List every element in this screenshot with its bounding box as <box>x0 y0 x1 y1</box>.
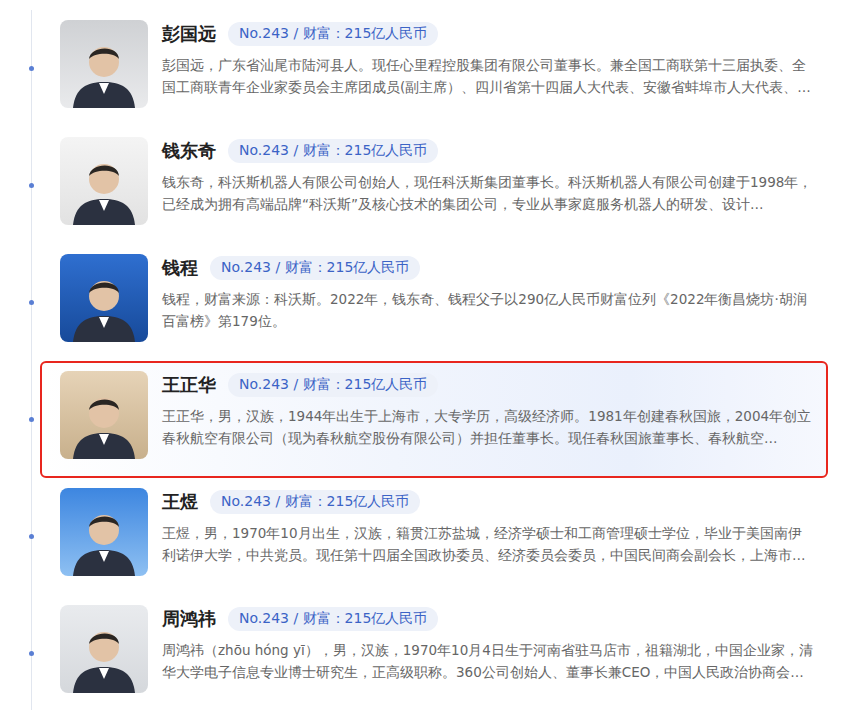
person-name[interactable]: 彭国远 <box>162 22 216 46</box>
person-info: 王正华 No.243 / 财富：215亿人民币王正华，男，汉族，1944年出生于上… <box>162 371 814 449</box>
person-photo-icon <box>69 617 139 693</box>
person-name[interactable]: 周鸿祎 <box>162 607 216 631</box>
person-name[interactable]: 钱程 <box>162 256 198 280</box>
timeline-dot <box>29 300 34 305</box>
timeline <box>0 127 40 244</box>
person-photo-icon <box>69 266 139 342</box>
timeline-dot <box>29 651 34 656</box>
person-entry: 彭国远 No.243 / 财富：215亿人民币彭国远，广东省汕尾市陆河县人。现任心… <box>0 10 828 127</box>
person-photo-icon <box>69 383 139 459</box>
person-header: 王正华 No.243 / 财富：215亿人民币 <box>162 371 814 399</box>
rank-badge: No.243 / 财富：215亿人民币 <box>228 373 438 397</box>
person-card[interactable]: 钱程 No.243 / 财富：215亿人民币钱程，财富来源：科沃斯。2022年，钱… <box>40 244 828 361</box>
person-header: 彭国远 No.243 / 财富：215亿人民币 <box>162 20 814 48</box>
person-photo[interactable] <box>60 20 148 108</box>
rank-badge: No.243 / 财富：215亿人民币 <box>210 256 420 280</box>
person-card[interactable]: 王正华 No.243 / 财富：215亿人民币王正华，男，汉族，1944年出生于上… <box>40 361 828 478</box>
person-header: 周鸿祎 No.243 / 财富：215亿人民币 <box>162 605 814 633</box>
person-name[interactable]: 王煜 <box>162 490 198 514</box>
person-header: 王煜 No.243 / 财富：215亿人民币 <box>162 488 814 516</box>
timeline-dot <box>29 183 34 188</box>
person-photo[interactable] <box>60 137 148 225</box>
person-name[interactable]: 钱东奇 <box>162 139 216 163</box>
person-info: 王煜 No.243 / 财富：215亿人民币王煜，男，1970年10月出生，汉族，… <box>162 488 814 566</box>
person-info: 周鸿祎 No.243 / 财富：215亿人民币周鸿祎（zhōu hóng yī），… <box>162 605 814 683</box>
person-photo-icon <box>69 149 139 225</box>
person-card[interactable]: 钱东奇 No.243 / 财富：215亿人民币钱东奇，科沃斯机器人有限公司创始人，… <box>40 127 828 244</box>
person-description: 周鸿祎（zhōu hóng yī），男，汉族，1970年10月4日生于河南省驻马… <box>162 639 814 683</box>
timeline <box>0 10 40 127</box>
rank-badge: No.243 / 财富：215亿人民币 <box>228 607 438 631</box>
person-card[interactable]: 王煜 No.243 / 财富：215亿人民币王煜，男，1970年10月出生，汉族，… <box>40 478 828 595</box>
person-photo-icon <box>69 32 139 108</box>
person-info: 彭国远 No.243 / 财富：215亿人民币彭国远，广东省汕尾市陆河县人。现任心… <box>162 20 814 98</box>
person-photo-icon <box>69 500 139 576</box>
person-info: 钱东奇 No.243 / 财富：215亿人民币钱东奇，科沃斯机器人有限公司创始人，… <box>162 137 814 215</box>
person-photo[interactable] <box>60 371 148 459</box>
person-header: 钱东奇 No.243 / 财富：215亿人民币 <box>162 137 814 165</box>
person-entry: 王煜 No.243 / 财富：215亿人民币王煜，男，1970年10月出生，汉族，… <box>0 478 828 595</box>
person-description: 王正华，男，汉族，1944年出生于上海市，大专学历，高级经济师。1981年创建春… <box>162 405 814 449</box>
person-info: 钱程 No.243 / 财富：215亿人民币钱程，财富来源：科沃斯。2022年，钱… <box>162 254 814 332</box>
rank-badge: No.243 / 财富：215亿人民币 <box>210 490 420 514</box>
person-entry: 钱程 No.243 / 财富：215亿人民币钱程，财富来源：科沃斯。2022年，钱… <box>0 244 828 361</box>
person-description: 王煜，男，1970年10月出生，汉族，籍贯江苏盐城，经济学硕士和工商管理硕士学位… <box>162 522 814 566</box>
person-description: 彭国远，广东省汕尾市陆河县人。现任心里程控股集团有限公司董事长。兼全国工商联第十… <box>162 54 814 98</box>
person-card[interactable]: 彭国远 No.243 / 财富：215亿人民币彭国远，广东省汕尾市陆河县人。现任心… <box>40 10 828 127</box>
rank-badge: No.243 / 财富：215亿人民币 <box>228 22 438 46</box>
person-entry: 钱东奇 No.243 / 财富：215亿人民币钱东奇，科沃斯机器人有限公司创始人，… <box>0 127 828 244</box>
timeline <box>0 478 40 595</box>
person-entry: 周鸿祎 No.243 / 财富：215亿人民币周鸿祎（zhōu hóng yī），… <box>0 595 828 710</box>
person-card[interactable]: 周鸿祎 No.243 / 财富：215亿人民币周鸿祎（zhōu hóng yī），… <box>40 595 828 710</box>
timeline <box>0 244 40 361</box>
person-photo[interactable] <box>60 605 148 693</box>
rank-badge: No.243 / 财富：215亿人民币 <box>228 139 438 163</box>
timeline-dot <box>29 66 34 71</box>
person-header: 钱程 No.243 / 财富：215亿人民币 <box>162 254 814 282</box>
person-photo[interactable] <box>60 488 148 576</box>
person-description: 钱程，财富来源：科沃斯。2022年，钱东奇、钱程父子以290亿人民币财富位列《2… <box>162 288 814 332</box>
timeline <box>0 595 40 710</box>
timeline-dot <box>29 417 34 422</box>
person-name[interactable]: 王正华 <box>162 373 216 397</box>
person-photo[interactable] <box>60 254 148 342</box>
person-description: 钱东奇，科沃斯机器人有限公司创始人，现任科沃斯集团董事长。科沃斯机器人有限公司创… <box>162 171 814 215</box>
person-entry: 王正华 No.243 / 财富：215亿人民币王正华，男，汉族，1944年出生于上… <box>0 361 828 478</box>
person-list: 彭国远No.243 / 财富：215亿人民币彭国远，广东省汕尾市陆河县人。现任心… <box>0 0 865 710</box>
timeline <box>0 361 40 478</box>
timeline-dot <box>29 534 34 539</box>
